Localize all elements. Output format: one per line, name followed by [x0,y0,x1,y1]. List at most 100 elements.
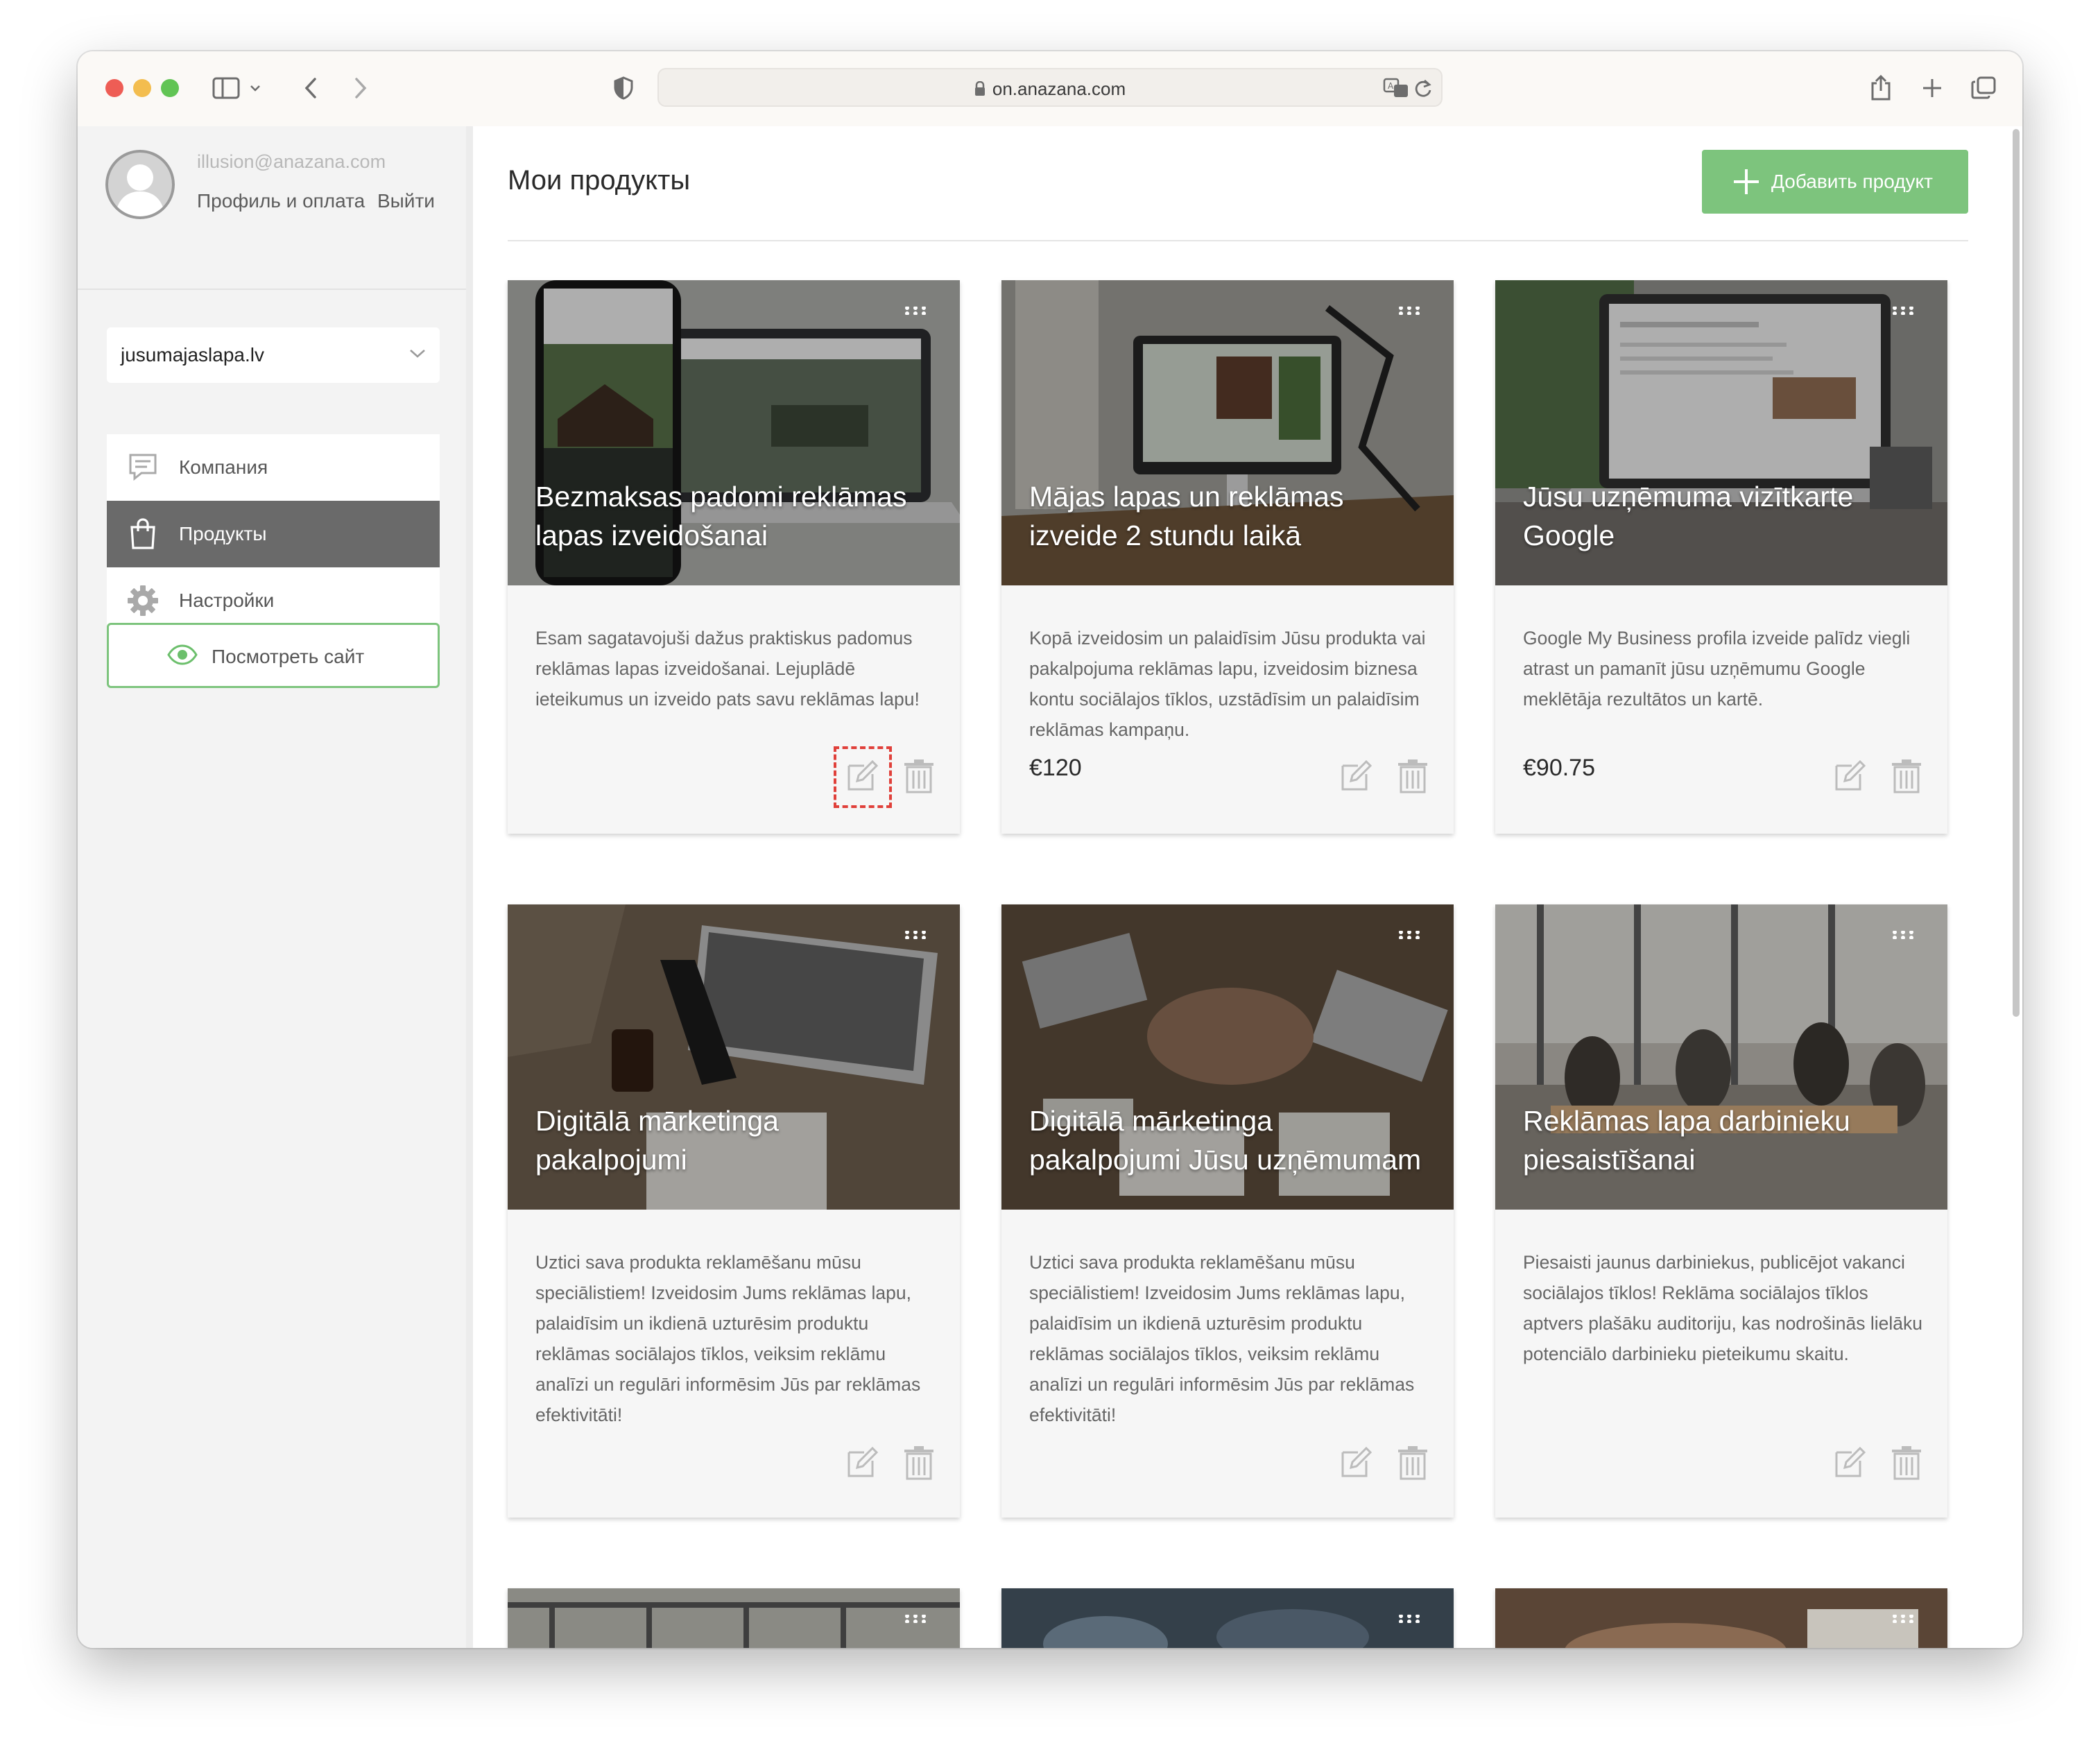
bag-icon [126,517,160,551]
sidebar-item-label: Компания [179,456,268,478]
edit-icon[interactable] [846,1445,879,1482]
product-image: Mājas lapas un reklāmas izveide 2 stundu… [1001,280,1454,585]
more-icon[interactable] [1398,307,1426,315]
edit-icon[interactable] [834,746,892,808]
site-select-value: jusumajaslapa.lv [121,344,264,366]
product-title: Digitālā mārketinga pakalpojumi [535,1105,779,1176]
product-image [508,1588,960,1648]
sidebar-nav: Компания Продукты Настройки [107,434,440,634]
profile-billing-link[interactable]: Профиль и оплата [197,190,365,212]
product-description: Kopā izveidosim un palaidīsim Jūsu produ… [1029,628,1426,740]
add-product-label: Добавить продукт [1771,171,1933,192]
product-image: Bezmaksas padomi reklāmas lapas izveidoš… [508,280,960,585]
avatar[interactable] [105,150,175,219]
trash-icon[interactable] [903,759,935,797]
view-site-label: Посмотреть сайт [212,646,365,667]
translate-icon[interactable]: A [1383,78,1409,102]
edit-icon[interactable] [1834,1445,1867,1482]
zoom-window-button[interactable] [161,79,179,97]
product-title: Bezmaksas padomi reklāmas lapas izveidoš… [535,481,907,551]
browser-toolbar: on.anazana.com A [78,51,2022,128]
product-title: Reklāmas lapa darbinieku piesaistīšanai [1523,1105,1850,1176]
privacy-shield-icon[interactable] [612,74,635,103]
product-title: Mājas lapas un reklāmas izveide 2 stundu… [1029,481,1344,551]
product-card[interactable]: Jūsu uzņēmuma vizītkarte Google Google M… [1495,280,1947,834]
sidebar-divider [78,289,466,290]
sidebar-item-company[interactable]: Компания [107,434,440,501]
site-select[interactable]: jusumajaslapa.lv [107,327,440,383]
edit-icon[interactable] [1340,759,1373,796]
product-price: €120 [1029,755,1082,781]
minimize-window-button[interactable] [133,79,151,97]
trash-icon[interactable] [1397,1445,1429,1484]
product-image: Reklāmas lapa darbinieku piesaistīšanai [1495,904,1947,1210]
more-icon[interactable] [904,1615,932,1623]
product-image: Digitālā mārketinga pakalpojumi Jūsu uzņ… [1001,904,1454,1210]
chevron-down-icon[interactable] [248,74,262,103]
trash-icon[interactable] [1397,759,1429,797]
product-description: Uztici sava produkta reklamēšanu mūsu sp… [535,1252,921,1425]
product-card[interactable]: Digitālā mārketinga pakalpojumi Jūsu uzņ… [1001,904,1454,1518]
tab-overview-icon[interactable] [1968,74,1999,103]
sidebar-item-label: Продукты [179,523,267,544]
trash-icon[interactable] [1891,1445,1922,1484]
product-card[interactable] [1001,1588,1454,1648]
logout-link[interactable]: Выйти [377,190,435,212]
chat-icon [126,451,160,484]
more-icon[interactable] [1398,931,1426,939]
lock-icon [974,80,986,101]
share-icon[interactable] [1867,74,1895,103]
product-description: Google My Business profila izveide palīd… [1523,628,1911,710]
url-label: on.anazana.com [992,78,1126,99]
address-bar[interactable]: on.anazana.com A [657,68,1443,107]
plus-icon [1731,166,1762,200]
product-card[interactable] [1495,1588,1947,1648]
product-card[interactable]: Reklāmas lapa darbinieku piesaistīšanai … [1495,904,1947,1518]
sidebar: illusion@anazana.com Профиль и оплата Вы… [78,126,473,1648]
product-price: €90.75 [1523,755,1595,781]
product-card[interactable]: Mājas lapas un reklāmas izveide 2 stundu… [1001,280,1454,834]
scrollbar-thumb[interactable] [2013,129,2020,1017]
reload-icon[interactable] [1413,78,1433,102]
eye-icon [167,644,198,669]
new-tab-icon[interactable] [1918,74,1946,103]
sidebar-item-label: Настройки [179,590,275,611]
url-text: on.anazana.com [659,78,1441,101]
edit-icon[interactable] [1340,1445,1373,1482]
more-icon[interactable] [1892,1615,1920,1623]
more-icon[interactable] [1398,1615,1426,1623]
main-content: Мои продукты Добавить продукт Bezmaksas … [473,126,2022,1648]
product-image: Digitālā mārketinga pakalpojumi [508,904,960,1210]
user-email: illusion@anazana.com [197,151,386,172]
product-image [1001,1588,1454,1648]
gear-icon [126,584,160,617]
product-description: Uztici sava produkta reklamēšanu mūsu sp… [1029,1252,1415,1425]
more-icon[interactable] [904,931,932,939]
product-title: Jūsu uzņēmuma vizītkarte Google [1523,481,1854,551]
trash-icon[interactable] [1891,759,1922,797]
close-window-button[interactable] [105,79,123,97]
product-image: Jūsu uzņēmuma vizītkarte Google [1495,280,1947,585]
view-site-button[interactable]: Посмотреть сайт [107,623,440,688]
product-card[interactable]: Digitālā mārketinga pakalpojumi Uztici s… [508,904,960,1518]
more-icon[interactable] [1892,931,1920,939]
sidebar-item-products[interactable]: Продукты [107,501,440,567]
product-card[interactable]: Bezmaksas padomi reklāmas lapas izveidoš… [508,280,960,834]
sidebar-toggle-icon[interactable] [211,74,241,103]
product-title: Digitālā mārketinga pakalpojumi Jūsu uzņ… [1029,1105,1422,1176]
edit-icon[interactable] [1834,759,1867,796]
product-card[interactable] [508,1588,960,1648]
page-title: Мои продукты [508,165,691,196]
chevron-down-icon [408,343,427,367]
browser-window: on.anazana.com A illusion@anazana.com Пр… [78,51,2022,1648]
more-icon[interactable] [1892,307,1920,315]
product-description: Esam sagatavojuši dažus praktiskus padom… [535,628,920,710]
forward-icon[interactable] [351,74,370,103]
back-icon[interactable] [301,74,320,103]
more-icon[interactable] [904,307,932,315]
product-image [1495,1588,1947,1648]
add-product-button[interactable]: Добавить продукт [1702,150,1968,214]
trash-icon[interactable] [903,1445,935,1484]
svg-text:A: A [1388,81,1394,91]
title-divider [508,240,1968,241]
